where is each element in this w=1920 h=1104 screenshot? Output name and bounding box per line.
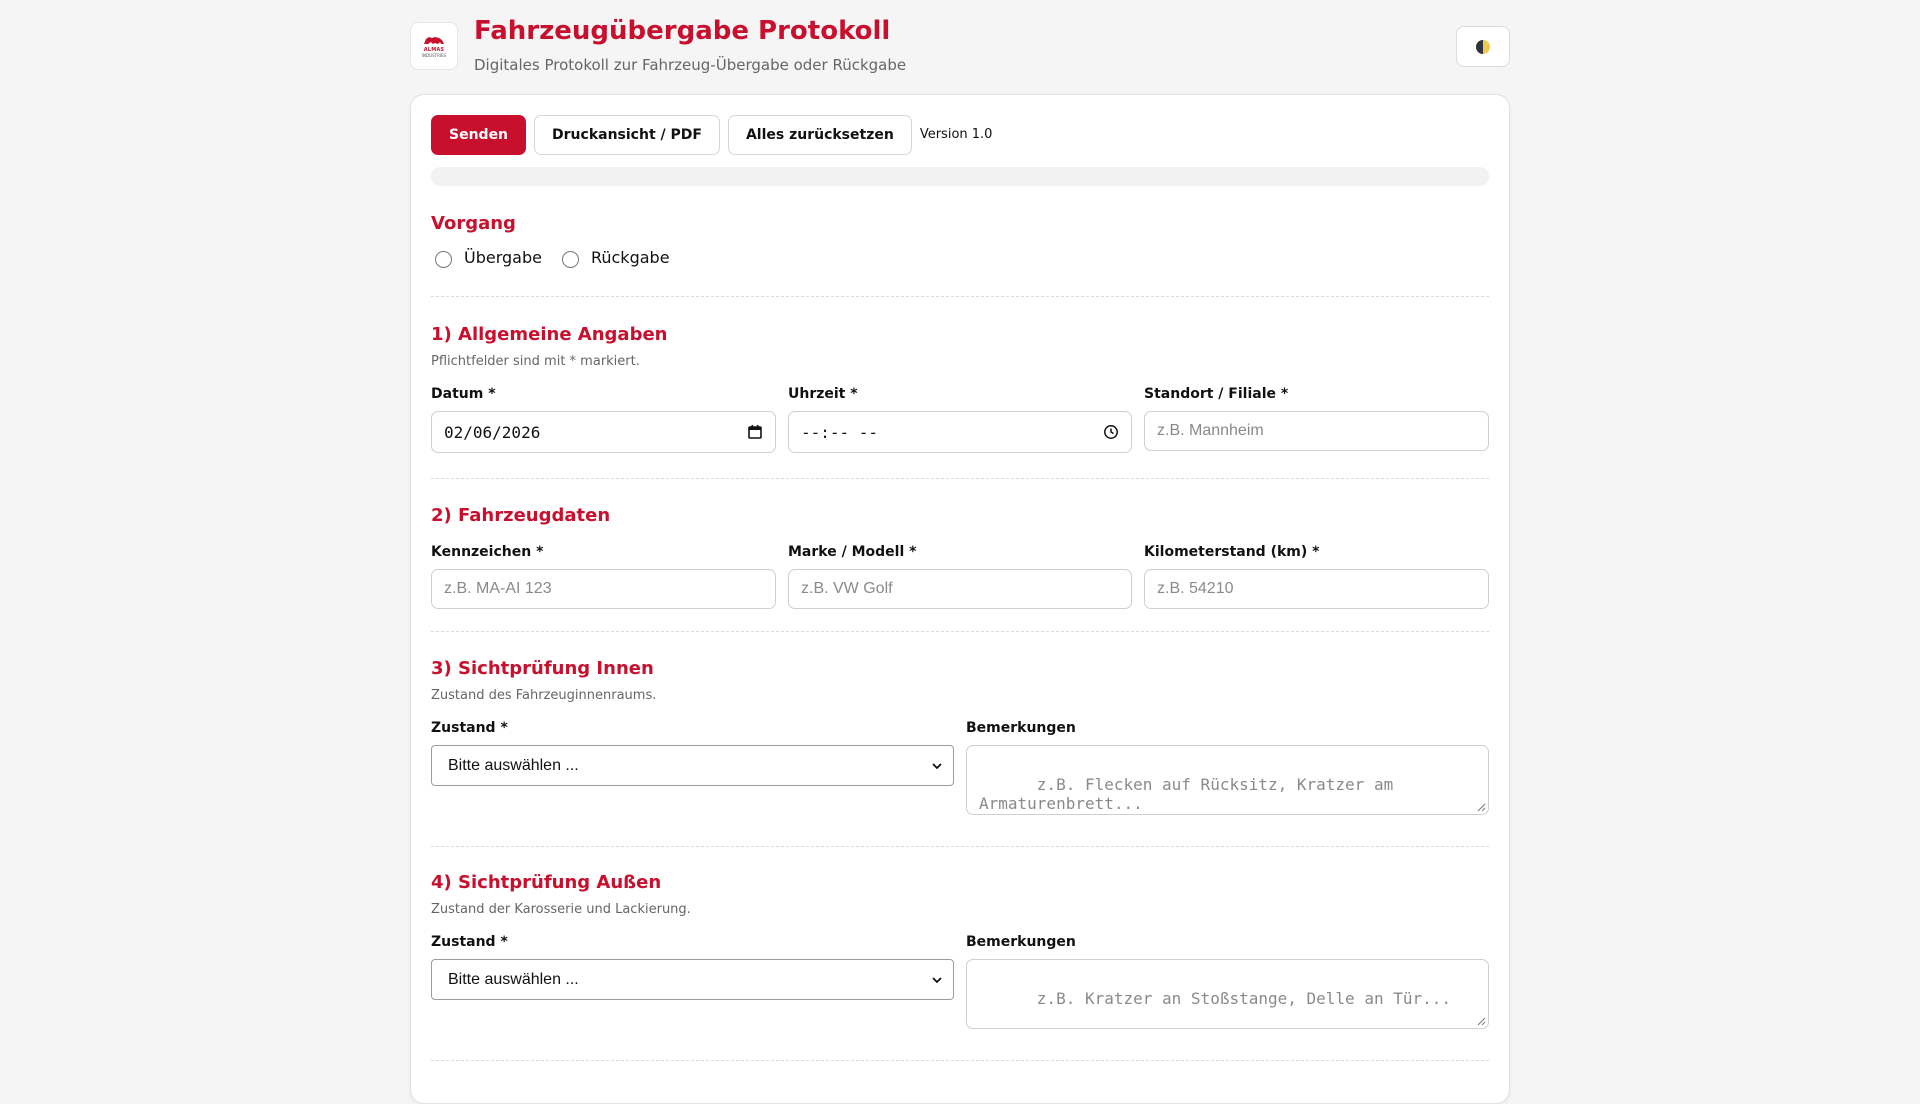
zustand-aussen-label: Zustand * <box>431 934 508 950</box>
section-divider <box>431 1060 1489 1061</box>
field-bemerkungen-aussen: Bemerkungen z.B. Kratzer an Stoßstange, … <box>966 934 1489 1029</box>
section-divider <box>431 846 1489 847</box>
radio-rueckgabe[interactable]: Rückgabe <box>561 247 670 268</box>
uhrzeit-value: --:-- -- <box>801 422 879 442</box>
resize-handle-icon[interactable] <box>1477 1017 1486 1026</box>
toolbar: Senden Druckansicht / PDF Alles zurückse… <box>431 115 992 155</box>
zustand-innen-label: Zustand * <box>431 720 508 736</box>
uhrzeit-input[interactable]: --:-- -- <box>788 411 1132 453</box>
section-divider <box>431 631 1489 632</box>
section-hint-aussen: Zustand der Karosserie und Lackierung. <box>431 902 691 917</box>
datum-value: 02/06/2026 <box>444 422 541 442</box>
zustand-innen-value: Bitte auswählen ... <box>448 756 579 774</box>
bemerkungen-innen-placeholder: z.B. Flecken auf Rücksitz, Kratzer am Ar… <box>979 775 1403 813</box>
bemerkungen-aussen-textarea[interactable]: z.B. Kratzer an Stoßstange, Delle an Tür… <box>966 959 1489 1029</box>
section-title-aussen: 4) Sichtprüfung Außen <box>431 872 662 893</box>
datum-label: Datum * <box>431 386 496 402</box>
marke-placeholder: z.B. VW Golf <box>801 580 893 597</box>
chevron-down-icon <box>932 762 942 769</box>
progress-bar <box>431 167 1489 186</box>
datum-input[interactable]: 02/06/2026 <box>431 411 776 453</box>
marke-modell-input[interactable]: z.B. VW Golf <box>788 569 1132 609</box>
print-pdf-button[interactable]: Druckansicht / PDF <box>534 115 720 155</box>
radio-circle[interactable] <box>435 250 452 268</box>
send-button[interactable]: Senden <box>431 115 527 155</box>
field-zustand-aussen: Zustand * Bitte auswählen ... <box>431 934 954 1000</box>
field-bemerkungen-innen: Bemerkungen z.B. Flecken auf Rücksitz, K… <box>966 720 1489 815</box>
vorgang-radio-group: Übergabe Rückgabe <box>435 245 690 269</box>
radio-label: Übergabe <box>464 247 542 267</box>
clock-icon[interactable] <box>1103 424 1119 440</box>
section-title-allgemein: 1) Allgemeine Angaben <box>431 324 668 345</box>
kennzeichen-label: Kennzeichen * <box>431 544 544 560</box>
zustand-aussen-select[interactable]: Bitte auswählen ... <box>431 959 954 1000</box>
protocol-form: Senden Druckansicht / PDF Alles zurückse… <box>410 94 1510 1104</box>
bemerkungen-innen-textarea[interactable]: z.B. Flecken auf Rücksitz, Kratzer am Ar… <box>966 745 1489 815</box>
zustand-aussen-value: Bitte auswählen ... <box>448 970 579 988</box>
reset-all-button[interactable]: Alles zurücksetzen <box>727 115 912 155</box>
section-divider <box>431 296 1489 297</box>
field-kennzeichen: Kennzeichen * z.B. MA-AI 123 <box>431 544 776 609</box>
zustand-innen-select[interactable]: Bitte auswählen ... <box>431 745 954 786</box>
km-placeholder: z.B. 54210 <box>1157 580 1234 597</box>
resize-handle-icon[interactable] <box>1477 803 1486 812</box>
radio-circle[interactable] <box>561 250 579 268</box>
section-title-innen: 3) Sichtprüfung Innen <box>431 658 654 679</box>
logo-subtext: INDUSTRIES <box>421 52 447 58</box>
page-title: Fahrzeugübergabe Protokoll <box>474 16 891 46</box>
bear-logo-icon <box>424 36 444 44</box>
standort-input[interactable]: z.B. Mannheim <box>1144 411 1489 451</box>
kennzeichen-placeholder: z.B. MA-AI 123 <box>444 580 552 597</box>
field-zustand-innen: Zustand * Bitte auswählen ... <box>431 720 954 786</box>
field-uhrzeit: Uhrzeit * --:-- -- <box>788 386 1132 453</box>
radio-label: Rückgabe <box>590 247 670 267</box>
bemerkungen-aussen-label: Bemerkungen <box>966 934 1076 950</box>
km-label: Kilometerstand (km) * <box>1144 544 1320 560</box>
kennzeichen-input[interactable]: z.B. MA-AI 123 <box>431 569 776 609</box>
bemerkungen-innen-label: Bemerkungen <box>966 720 1076 736</box>
uhrzeit-label: Uhrzeit * <box>788 386 858 402</box>
bemerkungen-aussen-placeholder: z.B. Kratzer an Stoßstange, Delle an Tür… <box>1036 989 1452 1008</box>
page-header: ALMAS INDUSTRIES Fahrzeugübergabe Protok… <box>410 0 1510 95</box>
page-subtitle: Digitales Protokoll zur Fahrzeug-Übergab… <box>474 56 907 74</box>
section-hint-innen: Zustand des Fahrzeuginnenraums. <box>431 688 657 703</box>
standort-placeholder: z.B. Mannheim <box>1157 422 1264 439</box>
kilometerstand-input[interactable]: z.B. 54210 <box>1144 569 1489 609</box>
radio-uebergabe[interactable]: Übergabe <box>435 247 542 268</box>
section-title-fahrzeug: 2) Fahrzeugdaten <box>431 505 611 526</box>
version-label: Version 1.0 <box>919 126 993 142</box>
marke-label: Marke / Modell * <box>788 544 917 560</box>
section-title-vorgang: Vorgang <box>431 213 516 234</box>
company-logo: ALMAS INDUSTRIES <box>410 22 458 70</box>
contrast-icon <box>1476 39 1490 54</box>
field-standort: Standort / Filiale * z.B. Mannheim <box>1144 386 1489 451</box>
calendar-icon[interactable] <box>747 424 763 440</box>
standort-label: Standort / Filiale * <box>1144 386 1289 402</box>
field-datum: Datum * 02/06/2026 <box>431 386 776 453</box>
theme-toggle-button[interactable] <box>1456 26 1510 67</box>
field-marke-modell: Marke / Modell * z.B. VW Golf <box>788 544 1132 609</box>
section-hint-allgemein: Pflichtfelder sind mit * markiert. <box>431 354 640 369</box>
section-divider <box>431 478 1489 479</box>
chevron-down-icon <box>932 976 942 983</box>
field-kilometerstand: Kilometerstand (km) * z.B. 54210 <box>1144 544 1489 609</box>
